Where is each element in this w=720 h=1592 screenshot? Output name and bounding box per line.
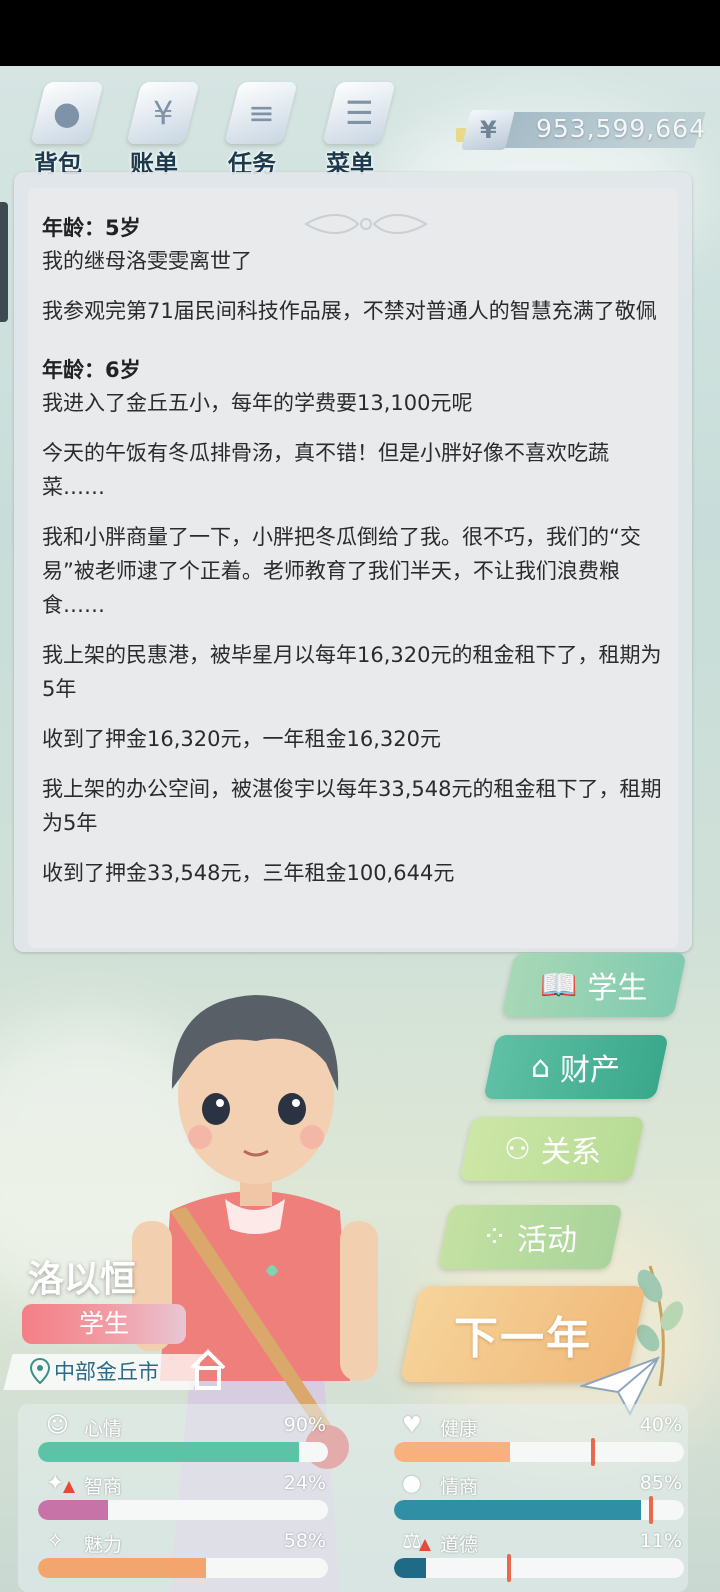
- stat-1: ♥ 健康 40%: [392, 1413, 692, 1470]
- warning-icon: [63, 1481, 75, 1493]
- stat-3: ● 情商 85%: [392, 1471, 692, 1528]
- nav-menu-button[interactable]: ☰ 菜单: [310, 76, 400, 178]
- relations-label: 关系: [540, 1135, 601, 1170]
- money-display: ¥ 953,599,664: [456, 110, 708, 150]
- log-line: 我进入了金丘五小，每年的学费要13,100元呢: [42, 391, 473, 415]
- stat-value: 58%: [283, 1530, 326, 1552]
- money-value: 953,599,664: [535, 114, 706, 143]
- entry-age: 年龄：6岁: [42, 358, 141, 382]
- life-log-panel: 年龄：5岁 我的继母洛雯雯离世了 我参观完第71届民间科技作品展，不禁对普通人的…: [14, 172, 692, 952]
- activities-label: 活动: [517, 1223, 578, 1258]
- stat-value: 40%: [639, 1414, 682, 1436]
- stat-value: 90%: [283, 1414, 326, 1436]
- bag-icon: ●: [30, 82, 104, 144]
- stat-4: ✧ 魅力 58%: [36, 1529, 336, 1586]
- stat-value: 24%: [283, 1472, 326, 1494]
- log-line: 我上架的办公空间，被湛俊宇以每年33,548元的租金租下了，租期为5年: [42, 777, 662, 835]
- task-icon: ≡: [224, 82, 298, 144]
- stat-threshold-marker: [507, 1554, 512, 1582]
- stat-threshold-marker: [591, 1438, 596, 1466]
- book-icon: 📖: [540, 967, 578, 1003]
- stat-bar-fill: [394, 1500, 641, 1520]
- stat-5: ⚖ 道德 11%: [392, 1529, 692, 1586]
- stat-bar: [38, 1442, 328, 1462]
- stat-bar: [394, 1500, 684, 1520]
- stat-bar-fill: [394, 1558, 426, 1578]
- student-button[interactable]: 📖 学生: [501, 953, 687, 1017]
- people-icon: ⚇: [503, 1131, 531, 1167]
- house-icon: ⌂: [531, 1049, 551, 1085]
- character-name: 洛以恒: [28, 1259, 137, 1300]
- student-label: 学生: [587, 971, 648, 1006]
- side-drawer-handle[interactable]: [0, 202, 8, 322]
- role-badge: 学生: [22, 1304, 186, 1344]
- status-bar: [0, 0, 720, 66]
- assets-button[interactable]: ⌂ 财产: [483, 1035, 669, 1099]
- apple-icon: ●: [402, 1471, 422, 1496]
- log-line: 今天的午饭有冬瓜排骨汤，真不错！但是小胖好像不喜欢吃蔬菜……: [42, 441, 609, 499]
- home-icon[interactable]: [188, 1348, 228, 1392]
- stat-label: 情商: [440, 1476, 479, 1498]
- warning-icon: [419, 1539, 431, 1551]
- stat-value: 11%: [639, 1530, 682, 1552]
- stat-bar: [38, 1500, 328, 1520]
- next-year-label: 下一年: [454, 1313, 592, 1364]
- stat-bar: [38, 1558, 328, 1578]
- location-label: 中部金丘市: [54, 1360, 159, 1384]
- location-pin-icon: [30, 1358, 50, 1384]
- activities-button[interactable]: ⁘ 活动: [437, 1205, 623, 1269]
- smile-icon: ☺: [46, 1413, 69, 1438]
- bill-icon: ¥: [126, 82, 200, 144]
- stat-bar-fill: [394, 1442, 510, 1462]
- nav-bill-button[interactable]: ¥ 账单: [114, 76, 204, 178]
- stat-value: 85%: [639, 1472, 682, 1494]
- game-scene: ● 背包 ¥ 账单 ≡ 任务 ☰ 菜单 ¥ 953,599,664 年龄：5岁 …: [0, 66, 720, 1592]
- nav-bag-button[interactable]: ● 背包: [18, 76, 108, 178]
- stat-bar: [394, 1442, 684, 1462]
- stat-label: 智商: [84, 1476, 123, 1498]
- dots-icon: ⁘: [482, 1219, 508, 1255]
- nav-task-button[interactable]: ≡ 任务: [212, 76, 302, 178]
- stat-threshold-marker: [649, 1496, 654, 1524]
- assets-label: 财产: [560, 1053, 621, 1088]
- stat-bar-fill: [38, 1442, 299, 1462]
- life-log-scroll[interactable]: 年龄：5岁 我的继母洛雯雯离世了 我参观完第71届民间科技作品展，不禁对普通人的…: [28, 188, 678, 948]
- stats-panel: ☺ 心情 90% ♥ 健康 40% ✦ 智商 24% ● 情商 85% ✧ 魅力 58% ⚖ 道德 11%: [18, 1404, 688, 1592]
- log-line: 收到了押金16,320元，一年租金16,320元: [42, 727, 441, 751]
- stat-bar-fill: [38, 1500, 108, 1520]
- relations-button[interactable]: ⚇ 关系: [459, 1117, 645, 1181]
- log-line: 我上架的民惠港，被毕星月以每年16,320元的租金租下了，租期为5年: [42, 643, 662, 701]
- stat-bar: [394, 1558, 684, 1578]
- stat-label: 健康: [440, 1418, 479, 1440]
- log-line: 我参观完第71届民间科技作品展，不禁对普通人的智慧充满了敬佩: [42, 299, 657, 323]
- stat-bar-fill: [38, 1558, 207, 1578]
- location: 中部金丘市: [30, 1356, 159, 1386]
- log-line: 我的继母洛雯雯离世了: [42, 249, 252, 273]
- log-line: 收到了押金33,548元，三年租金100,644元: [42, 861, 455, 885]
- stat-label: 魅力: [84, 1534, 123, 1556]
- stat-label: 心情: [84, 1418, 123, 1440]
- stat-label: 道德: [440, 1534, 479, 1556]
- heart-icon: ♥: [402, 1413, 422, 1438]
- menu-icon: ☰: [322, 82, 396, 144]
- ornament-icon: [304, 214, 428, 234]
- stat-0: ☺ 心情 90%: [36, 1413, 336, 1470]
- stat-2: ✦ 智商 24%: [36, 1471, 336, 1528]
- log-line: 我和小胖商量了一下，小胖把冬瓜倒给了我。很不巧，我们的“交易”被老师逮了个正着。…: [42, 525, 641, 617]
- sparkle-icon: ✧: [46, 1529, 65, 1554]
